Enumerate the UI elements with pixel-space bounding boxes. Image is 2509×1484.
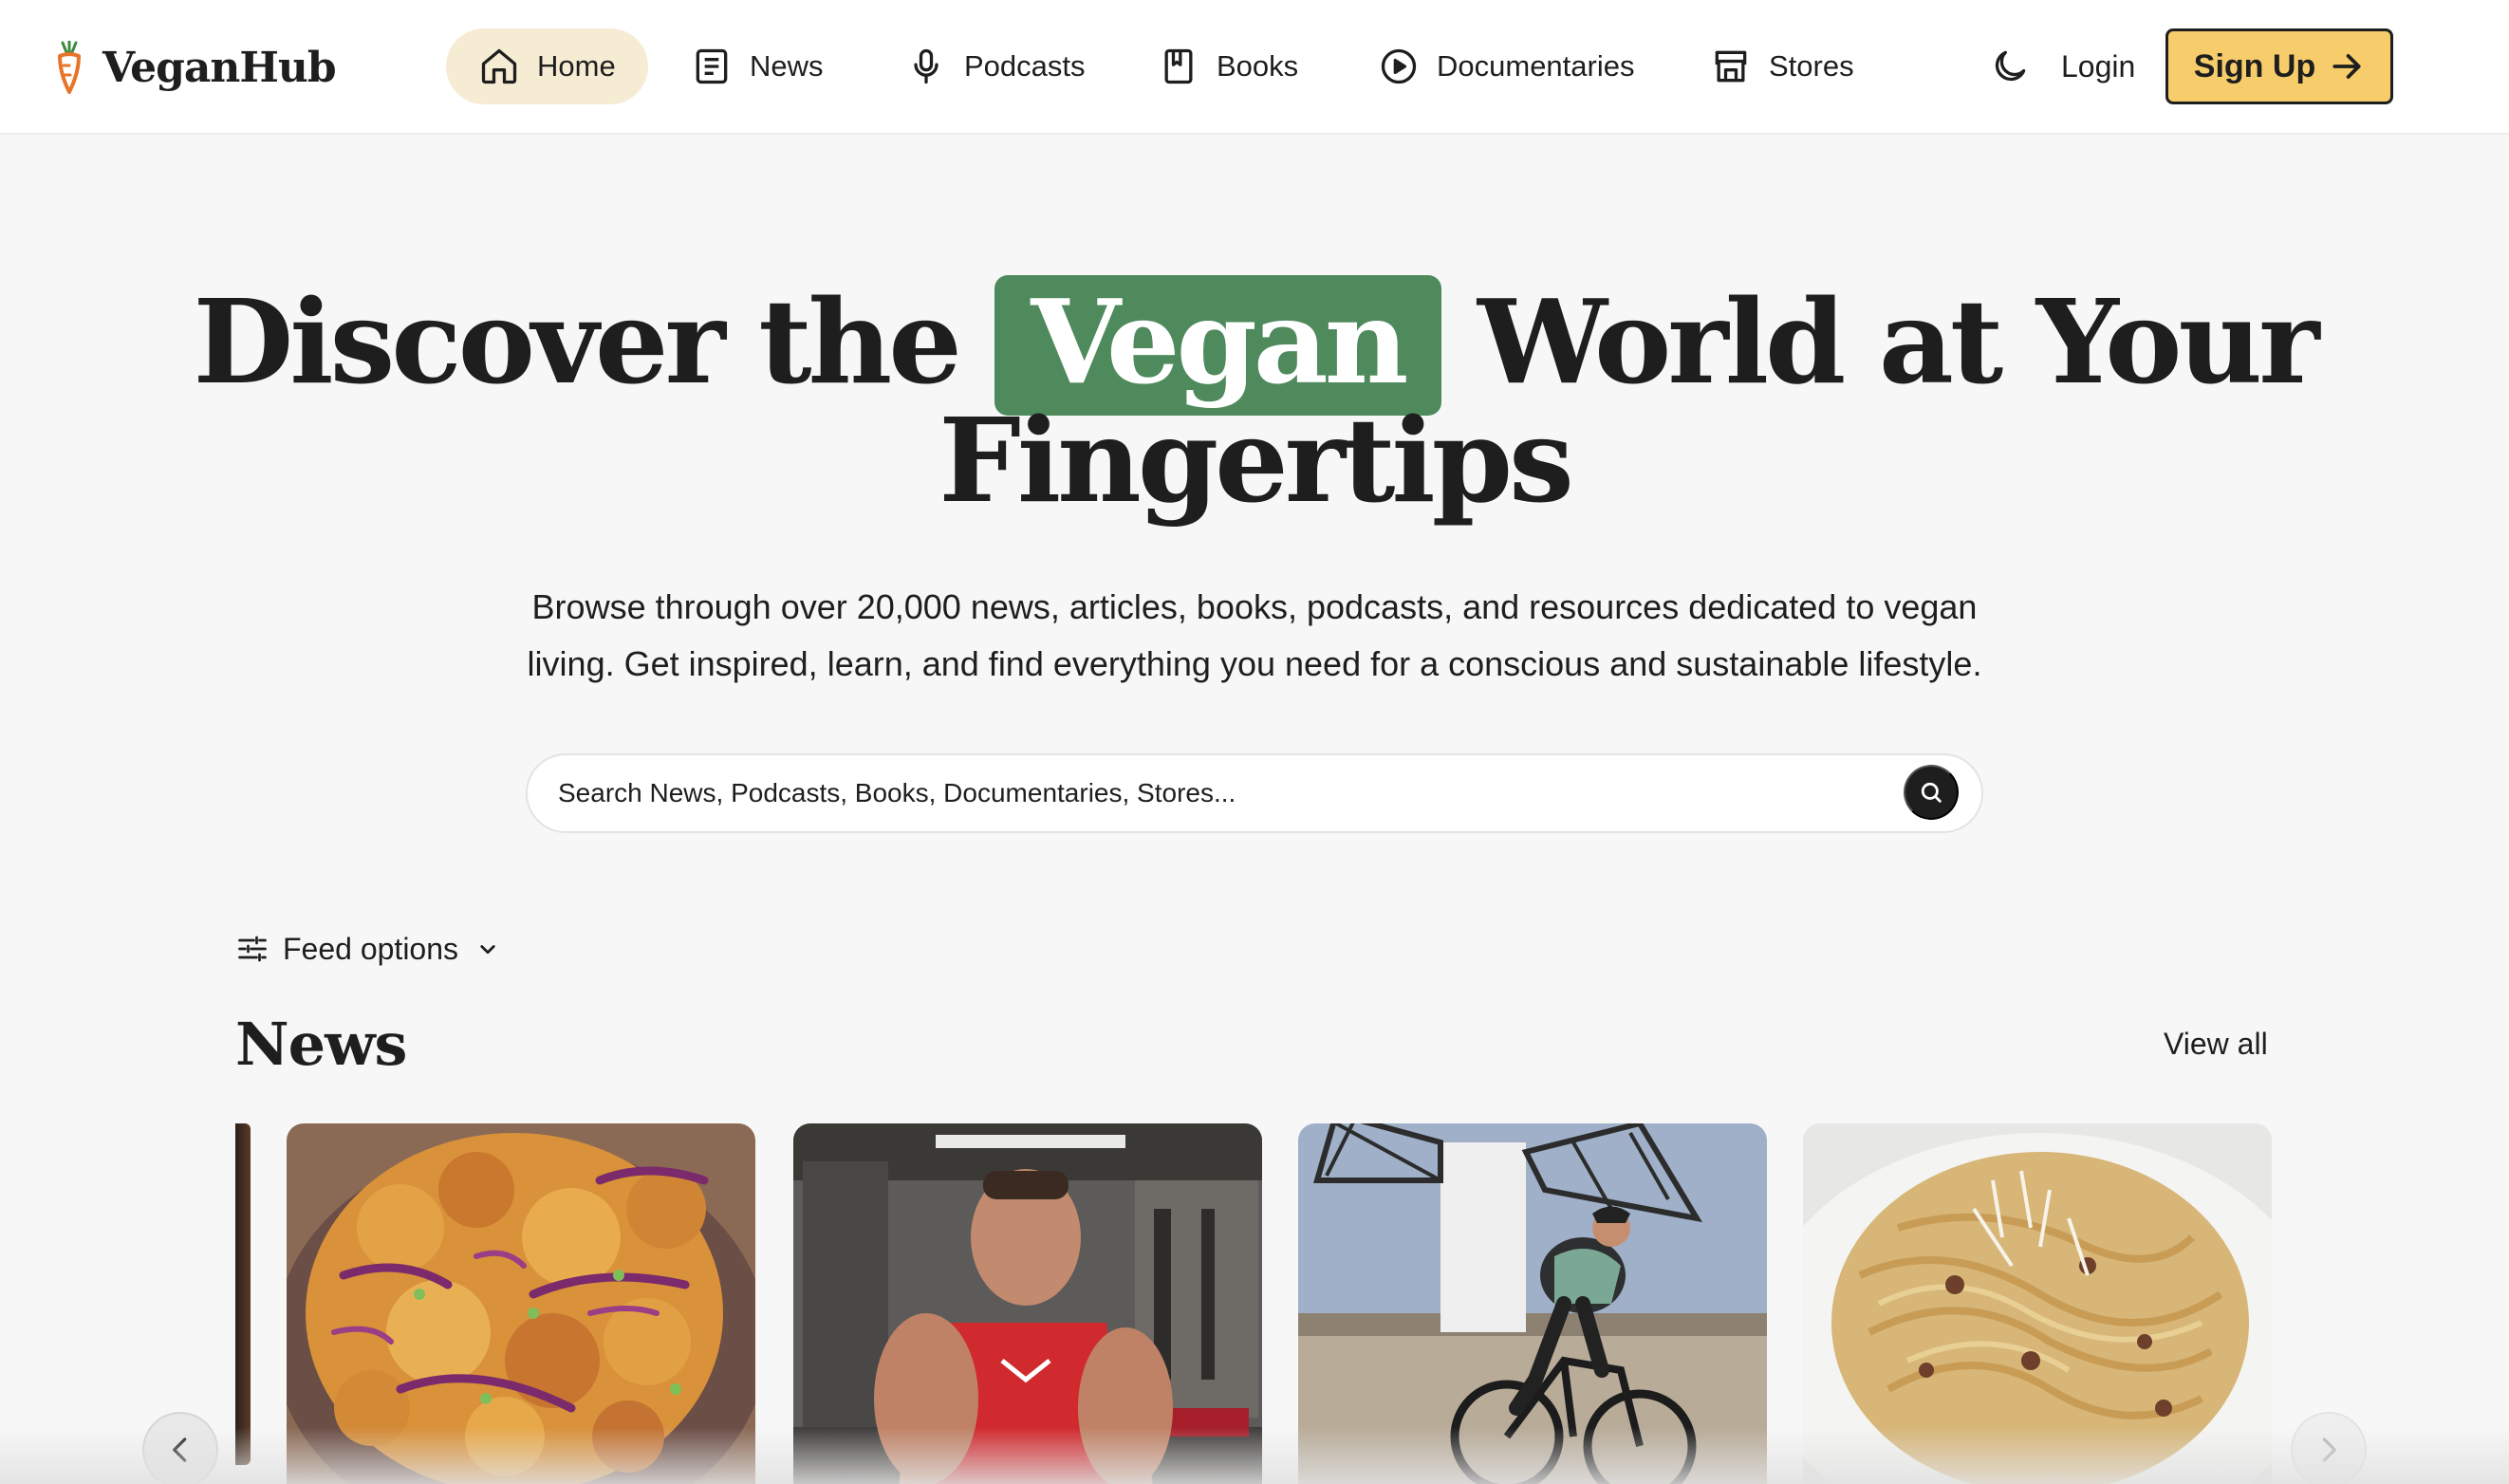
top-navbar: VeganHub Home News Podcasts Books Docume…	[0, 0, 2509, 135]
cyclist-windmill-image	[1298, 1123, 1767, 1484]
newspaper-icon	[691, 46, 733, 87]
feed-options-label: Feed options	[283, 931, 459, 966]
nav-label-stores: Stores	[1769, 49, 1854, 83]
sliders-icon	[235, 932, 269, 966]
pasta-plate-image	[1803, 1123, 2272, 1484]
arrow-right-icon	[2329, 48, 2365, 84]
nav-label-documentaries: Documentaries	[1437, 49, 1635, 83]
gym-man-image	[793, 1123, 1262, 1484]
search-input[interactable]	[558, 755, 1868, 831]
hero-title-line2: Fingertips	[939, 392, 1574, 529]
section-title-news: News	[235, 1010, 407, 1079]
signup-button[interactable]: Sign Up	[2165, 28, 2393, 104]
carrot-icon	[53, 41, 85, 94]
hero-subtitle: Browse through over 20,000 news, article…	[512, 579, 1997, 693]
nav-label-books: Books	[1217, 49, 1299, 83]
search-icon	[1918, 779, 1944, 806]
carousel-next-button[interactable]	[2291, 1412, 2367, 1484]
nav-item-documentaries[interactable]: Documentaries	[1346, 28, 1666, 104]
play-circle-icon	[1378, 46, 1420, 87]
login-link[interactable]: Login	[2061, 46, 2135, 87]
book-icon	[1158, 46, 1199, 87]
nav-label-news: News	[750, 49, 824, 83]
feed-options-toggle[interactable]: Feed options	[235, 926, 502, 972]
news-card-gym[interactable]	[793, 1123, 1262, 1484]
signup-label: Sign Up	[2193, 47, 2316, 84]
moon-icon[interactable]	[1989, 46, 2031, 87]
nav-item-podcasts[interactable]: Podcasts	[873, 28, 1118, 104]
news-card-partial[interactable]	[235, 1123, 251, 1465]
fried-cauliflower-image	[287, 1123, 755, 1484]
news-card-cyclist[interactable]	[1298, 1123, 1767, 1484]
store-icon	[1710, 46, 1752, 87]
brand-name: VeganHub	[102, 43, 337, 92]
chevron-down-icon	[474, 935, 502, 963]
nav-item-books[interactable]: Books	[1125, 28, 1330, 104]
nav-item-stores[interactable]: Stores	[1678, 28, 1886, 104]
search-button[interactable]	[1904, 765, 1959, 820]
chevron-left-icon	[162, 1432, 198, 1468]
nav-label-home: Home	[537, 49, 616, 83]
hero-title-post: World at Your	[1477, 273, 2320, 410]
home-icon	[478, 46, 520, 87]
carousel-prev-button[interactable]	[142, 1412, 218, 1484]
nav-label-podcasts: Podcasts	[964, 49, 1086, 83]
nav-item-news[interactable]: News	[659, 28, 856, 104]
search-bar	[526, 753, 1983, 833]
microphone-icon	[905, 46, 947, 87]
hero-subtitle-line2: living. Get inspired, learn, and find ev…	[527, 644, 1982, 683]
news-card-cauliflower[interactable]	[287, 1123, 755, 1484]
hero-title-pre: Discover the	[193, 273, 961, 410]
nav-item-home[interactable]: Home	[446, 28, 648, 104]
logo[interactable]: VeganHub	[53, 34, 337, 101]
news-card-pasta[interactable]	[1803, 1123, 2272, 1484]
chevron-right-icon	[2311, 1432, 2347, 1468]
view-all-link[interactable]: View all	[2164, 1027, 2268, 1062]
hero-subtitle-line1: Browse through over 20,000 news, article…	[531, 587, 1978, 626]
